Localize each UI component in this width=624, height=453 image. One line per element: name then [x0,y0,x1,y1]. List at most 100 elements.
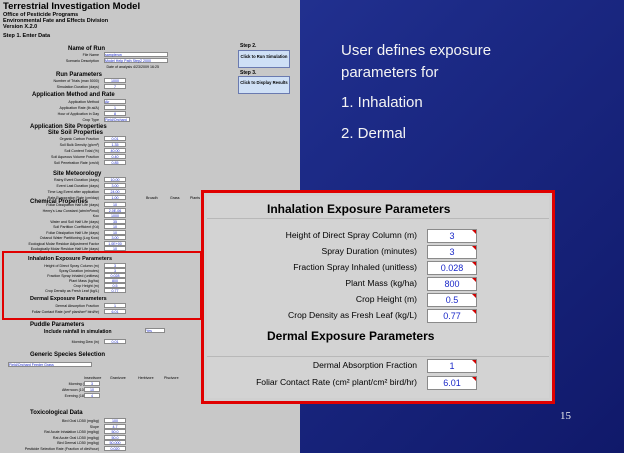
zoom-inhalation-input[interactable]: 3 [427,229,477,243]
species-col-header: Insectivore [84,376,102,380]
chemical-property-input[interactable]: 35 [104,218,126,224]
number-of-trials-input[interactable]: 1000 [104,78,126,83]
chemical-property-input[interactable]: 10 [104,229,126,235]
field-label: Application Rate (lb ai/A) [59,106,99,110]
species-time-input[interactable]: 4 [84,393,100,398]
zoom-field-label: Crop Density as Fresh Leaf (kg/L) [288,310,417,320]
soil-property-input[interactable]: 0.01 [104,136,126,141]
field-label: Rat Acute Inhalation LD50 (mg/kg) [44,430,99,434]
comment-marker-icon [472,360,476,364]
crop-type-select[interactable]: Field/Orchard [104,117,130,122]
field-label: Bird Oral LD50 (mg/kg) [62,419,99,423]
soil-property-input[interactable]: 40.00 [104,148,126,153]
field-label: Ecological Molar Residue Adjustment Fact… [28,241,99,246]
zoomed-exposure-sheet: Inhalation Exposure Parameters Height of… [207,196,549,398]
zoom-inhalation-input[interactable]: 0.5 [427,293,477,307]
chem-col-header: Plants [190,196,200,200]
page-number: 15 [560,410,571,422]
scenario-description-input[interactable]: Model Help Path Step2 2000 [104,58,168,63]
run-simulation-button[interactable]: Click to Run Simulation [238,50,290,68]
toxicology-input[interactable]: 50.0 [104,429,126,434]
simulation-duration-input[interactable]: 7 [104,84,126,89]
field-label: Foliar Dissipation Half Life (days) [46,203,99,207]
field-label: Scenario Description [65,59,99,63]
field-label: Number of Trials (max 5000) [53,79,99,83]
field-label: Soil Aqueous Volume Fraction [51,155,99,159]
include-rainfall-label: Include rainfall in simulation [44,329,112,335]
zoom-field-label: Spray Duration (minutes) [321,246,417,256]
chemical-property-input[interactable]: 1.0E+00 [104,240,126,246]
zoom-field-label: Height of Direct Spray Column (m) [285,230,417,240]
callout-line1: User defines exposure [341,42,492,59]
chemical-property-input[interactable]: 3.00 [104,235,126,240]
puddle-heading: Puddle Parameters [30,322,85,328]
site-met-heading: Site Meteorology [53,171,102,177]
species-time-input[interactable]: 10 [84,387,100,392]
toxicology-input[interactable]: 0.020 [104,445,126,451]
field-label: Organic Carbon Fraction [59,137,99,141]
field-label: Soil Content Total (%) [64,149,99,153]
species-col-header: Herbivore [138,376,154,380]
comment-marker-icon [472,310,476,314]
comment-marker-icon [472,262,476,266]
toxicology-input[interactable]: 50.0 [104,434,126,440]
field-label: Rat Acute Oral LD50 (mg/kg) [52,435,99,440]
field-label: Event Last Duration (days) [56,184,99,188]
include-rainfall-select[interactable]: Yes [145,328,165,333]
callout-item-inhalation: 1. Inhalation [341,94,423,111]
application-method-select[interactable]: Air [104,99,126,104]
chemical-property-input[interactable]: 2.0E-06 [104,207,126,213]
field-label: Pesticide Selection Rate (Fraction of di… [24,446,99,451]
step1-label: Step 1. Enter Data [3,33,51,39]
toxicology-input[interactable]: 50.000 [104,440,126,445]
callout-line2: parameters for [341,64,439,81]
soil-property-input[interactable]: 1.35 [104,142,126,147]
morning-dew-input[interactable]: 0.01 [104,339,126,344]
species-heading: Generic Species Selection [30,352,106,358]
meteorology-input[interactable]: 1.00 [104,195,126,200]
zoom-inhalation-input[interactable]: 0.77 [427,309,477,323]
species-col-header: Granivore [110,376,126,380]
zoom-dermal-heading: Dermal Exposure Parameters [267,329,435,343]
field-label: Slope [89,424,99,429]
run-params-heading: Run Parameters [56,72,103,78]
date-label: Date of analysis 4/23/2009 16:25 [4,65,159,69]
chemical-property-input[interactable]: 10 [104,202,126,207]
chemical-property-input[interactable]: 10 [104,224,126,229]
meteorology-input[interactable]: 10.00 [104,177,126,182]
species-col-header: Piscivore [164,376,179,380]
hour-of-application-input[interactable]: 8 [104,111,126,116]
zoom-value-text: 0.77 [443,311,461,321]
meteorology-input[interactable]: 3.00 [104,183,126,188]
zoom-dermal-input[interactable]: 1 [427,359,477,373]
chemical-property-input[interactable]: 1000 [104,213,126,218]
zoom-field-label: Crop Height (m) [355,294,417,304]
zoom-dermal-input[interactable]: 6.01 [427,376,477,390]
field-label: Soil Penetration Rate (cm/d) [53,161,99,165]
field-label: Henry's Law Constant (atm/m³/mol) [42,208,99,213]
soil-property-input[interactable]: 0.85 [104,160,126,165]
species-select[interactable]: Field/Orchard Feeder Grass [8,362,92,367]
chem-col-header: Grass [170,196,180,200]
soil-property-input[interactable]: 0.40 [104,154,126,159]
field-label: Octanol Water Partitioning (Log Kow) [39,236,99,240]
comment-marker-icon [472,278,476,282]
file-name-input[interactable]: samplerun [104,52,168,57]
species-time-input[interactable]: 3 [84,381,100,386]
zoom-inhalation-input[interactable]: 0.028 [427,261,477,275]
zoom-inhalation-input[interactable]: 3 [427,245,477,259]
meteorology-input[interactable]: 24.00 [104,189,126,194]
application-rate-input[interactable]: 1 [104,105,126,110]
app-method-heading: Application Method and Rate [32,92,115,98]
zoom-inhalation-heading: Inhalation Exposure Parameters [267,202,451,216]
zoom-inhalation-input[interactable]: 800 [427,277,477,291]
zoom-field-label: Plant Mass (kg/ha) [345,278,417,288]
zoom-value-text: 6.01 [443,378,461,388]
field-label: Foliar Dissipation Half Life (days) [46,230,99,235]
version-line: Version X.2.0 [3,24,38,30]
toxicology-input[interactable]: 4.7 [104,423,126,429]
toxicology-input[interactable]: 100 [104,418,126,423]
comment-marker-icon [472,377,476,381]
display-results-button[interactable]: Click to Display Results [238,76,290,94]
highlight-box [2,251,202,320]
